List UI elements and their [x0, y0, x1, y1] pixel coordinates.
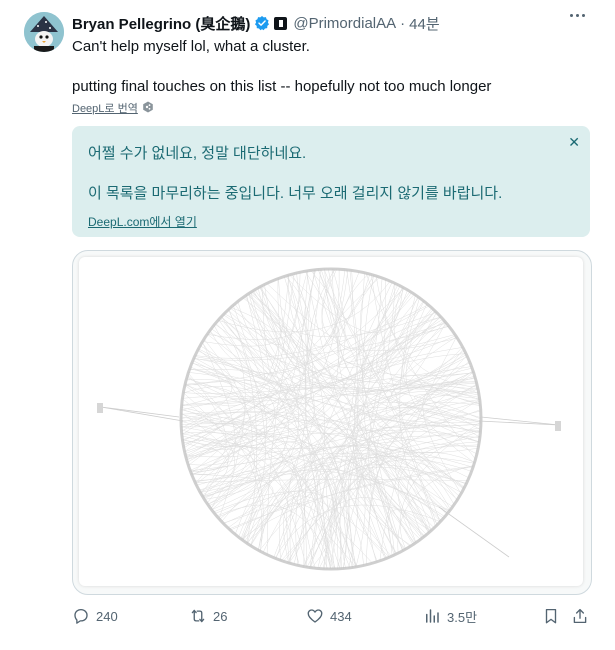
views-button[interactable]: 3.5만 [423, 603, 477, 629]
deepl-source-link[interactable]: DeepL.com에서 열기 [88, 213, 197, 230]
views-count: 3.5만 [447, 609, 478, 625]
deepl-icon [142, 101, 154, 116]
separator-dot: · [400, 14, 406, 32]
tweet-header: Bryan Pellegrino (臭企鵝) @PrimordialAA · 4… [72, 12, 440, 34]
tweet: Bryan Pellegrino (臭企鵝) @PrimordialAA · 4… [0, 0, 615, 650]
repost-button[interactable]: 26 [189, 603, 227, 629]
action-bar: 240 26 434 3.5만 [72, 603, 592, 629]
translation-panel: 어쩔 수가 없네요, 정말 대단하네요. 이 목록을 마무리하는 중입니다. 너… [72, 126, 590, 237]
translation-line-2: 이 목록을 마무리하는 중입니다. 너무 오래 걸리지 않기를 바랍니다. [88, 185, 503, 202]
translation-text: 어쩔 수가 없네요, 정말 대단하네요. 이 목록을 마무리하는 중입니다. 너… [88, 144, 502, 204]
network-graph-image [79, 257, 583, 586]
repost-count: 26 [213, 608, 228, 624]
cluster-graph [97, 267, 561, 571]
like-icon [306, 607, 324, 625]
tweet-line-2: putting final touches on this list -- ho… [72, 78, 492, 95]
views-icon [423, 607, 441, 625]
author-handle[interactable]: @PrimordialAA [293, 15, 396, 32]
verified-icon [254, 15, 270, 31]
tweet-media[interactable] [72, 250, 592, 595]
translation-line-1: 어쩔 수가 없네요, 정말 대단하네요. [88, 145, 307, 162]
author-name[interactable]: Bryan Pellegrino (臭企鵝) [72, 13, 250, 34]
bookmark-icon [542, 607, 560, 625]
like-count: 434 [330, 608, 352, 624]
bookmark-button[interactable] [542, 603, 560, 629]
like-button[interactable]: 434 [306, 603, 352, 629]
more-icon[interactable] [570, 14, 585, 17]
tweet-line-1: Can't help myself lol, what a cluster. [72, 38, 310, 55]
translate-link[interactable]: DeepL로 번역 [72, 100, 154, 116]
reply-button[interactable]: 240 [72, 603, 118, 629]
tweet-text: Can't help myself lol, what a cluster. p… [72, 37, 592, 97]
repost-icon [189, 607, 207, 625]
avatar-image [24, 12, 64, 52]
close-icon[interactable]: ✕ [568, 134, 580, 151]
timestamp[interactable]: 44분 [409, 13, 440, 34]
translate-link-label[interactable]: DeepL로 번역 [72, 100, 138, 116]
reply-count: 240 [96, 608, 118, 624]
affiliate-icon[interactable] [274, 16, 288, 30]
share-icon [571, 607, 589, 625]
reply-icon [72, 607, 90, 625]
share-button[interactable] [571, 603, 589, 629]
avatar[interactable] [24, 12, 64, 52]
